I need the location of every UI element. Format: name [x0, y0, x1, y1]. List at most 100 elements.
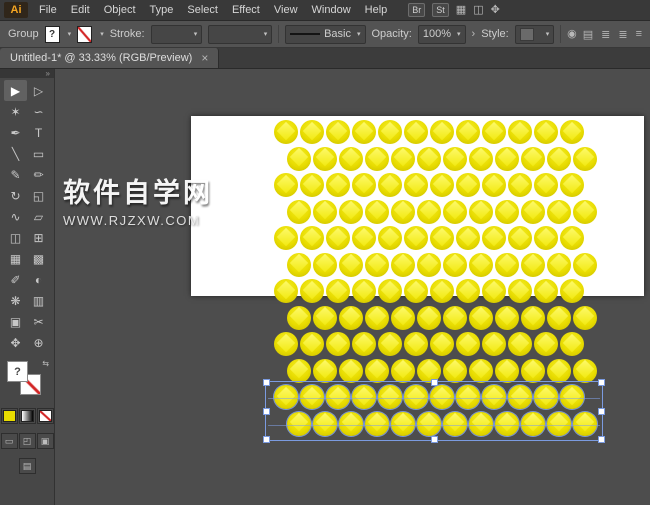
tool-shape-builder[interactable]: ◫: [4, 227, 27, 248]
menu-effect[interactable]: Effect: [225, 0, 267, 20]
stroke-width-dropdown[interactable]: ▾: [150, 24, 203, 44]
pattern-dot[interactable]: [495, 199, 519, 224]
document-setup-icon[interactable]: ▤: [583, 28, 593, 41]
none-button[interactable]: [36, 408, 54, 424]
pattern-dot[interactable]: [300, 226, 324, 250]
pattern-dot[interactable]: [287, 199, 311, 224]
pattern-dot[interactable]: [391, 252, 415, 277]
pattern-dot[interactable]: [573, 199, 597, 224]
pattern-dot[interactable]: [300, 173, 324, 197]
pattern-dot[interactable]: [352, 279, 376, 303]
pattern-dot[interactable]: [456, 120, 480, 144]
menu-help[interactable]: Help: [358, 0, 395, 20]
pattern-dot[interactable]: [326, 120, 350, 144]
pattern-dot[interactable]: [430, 120, 454, 144]
pattern-dot[interactable]: [339, 358, 363, 383]
pattern-dot[interactable]: [456, 226, 480, 250]
pattern-dot[interactable]: [326, 173, 350, 197]
pattern-dot[interactable]: [534, 120, 558, 144]
pattern-dot[interactable]: [274, 226, 298, 250]
menu-type[interactable]: Type: [143, 0, 181, 20]
pattern-dot[interactable]: [560, 279, 584, 303]
pattern-dot[interactable]: [287, 252, 311, 277]
pattern-dot[interactable]: [547, 252, 571, 277]
pattern-dot[interactable]: [495, 358, 519, 383]
pattern-dot[interactable]: [456, 332, 480, 356]
pattern-dot[interactable]: [313, 252, 337, 277]
pattern-dot[interactable]: [573, 358, 597, 383]
stroke-dropdown-arrow-icon[interactable]: ▾: [100, 30, 104, 38]
tool-rectangle[interactable]: ▭: [27, 143, 50, 164]
pattern-dot[interactable]: [560, 120, 584, 144]
brush-dropdown[interactable]: Basic ▾: [285, 24, 366, 44]
color-button[interactable]: [0, 408, 18, 424]
pattern-dot[interactable]: [456, 279, 480, 303]
pattern-dot[interactable]: [378, 120, 402, 144]
pattern-dot[interactable]: [365, 358, 389, 383]
pattern-dot[interactable]: [352, 332, 376, 356]
swap-fill-stroke-icon[interactable]: ⇆: [42, 359, 49, 368]
pattern-dot[interactable]: [339, 305, 363, 330]
pattern-dot[interactable]: [274, 279, 298, 303]
pattern-dot[interactable]: [521, 305, 545, 330]
pattern-dot[interactable]: [573, 252, 597, 277]
pattern-dot[interactable]: [313, 146, 337, 171]
pattern-dot[interactable]: [339, 252, 363, 277]
pattern-dot[interactable]: [287, 305, 311, 330]
pattern-dot[interactable]: [300, 120, 324, 144]
gradient-button[interactable]: [18, 408, 36, 424]
canvas[interactable]: 软件自学网 WWW.RJZXW.COM: [55, 69, 650, 505]
pattern-dot[interactable]: [326, 279, 350, 303]
tool-gradient[interactable]: ▩: [27, 248, 50, 269]
align-horizontal-icon[interactable]: ≣: [601, 28, 610, 41]
pattern-dot[interactable]: [404, 120, 428, 144]
pattern-dot[interactable]: [339, 146, 363, 171]
width-profile-dropdown[interactable]: ▾: [208, 24, 273, 44]
tool-direct-selection[interactable]: ▷: [27, 80, 50, 101]
tool-symbol-sprayer[interactable]: ❋: [4, 290, 27, 311]
pointer-icon[interactable]: ✥: [491, 0, 500, 20]
tool-hand[interactable]: ✥: [4, 332, 27, 353]
pattern-dot[interactable]: [274, 120, 298, 144]
menu-file[interactable]: File: [32, 0, 64, 20]
selection-handle[interactable]: [598, 408, 605, 415]
tool-slice[interactable]: ✂: [27, 311, 50, 332]
tool-artboard[interactable]: ▣: [4, 311, 27, 332]
pattern-dot[interactable]: [378, 332, 402, 356]
pattern-dot[interactable]: [404, 332, 428, 356]
pattern-dot[interactable]: [547, 199, 571, 224]
menu-edit[interactable]: Edit: [64, 0, 97, 20]
pattern-dot[interactable]: [560, 332, 584, 356]
pattern-dot[interactable]: [417, 146, 441, 171]
menu-view[interactable]: View: [267, 0, 305, 20]
pattern-dot[interactable]: [352, 120, 376, 144]
selection-handle[interactable]: [598, 379, 605, 386]
tool-line-segment[interactable]: ╲: [4, 143, 27, 164]
pattern-dot[interactable]: [469, 305, 493, 330]
pattern-dot[interactable]: [482, 226, 506, 250]
fill-dropdown-arrow-icon[interactable]: ▾: [68, 30, 72, 38]
selection-handle[interactable]: [263, 379, 270, 386]
tool-magic-wand[interactable]: ✶: [4, 101, 27, 122]
tool-mesh[interactable]: ▦: [4, 248, 27, 269]
pattern-dot[interactable]: [469, 199, 493, 224]
pattern-dot[interactable]: [417, 199, 441, 224]
pattern-dot[interactable]: [482, 279, 506, 303]
menu-select[interactable]: Select: [180, 0, 225, 20]
tool-type[interactable]: T: [27, 122, 50, 143]
document-tab[interactable]: Untitled-1* @ 33.33% (RGB/Preview) ×: [0, 48, 220, 68]
tool-paintbrush[interactable]: ✎: [4, 164, 27, 185]
pattern-dot[interactable]: [404, 173, 428, 197]
screen-mode-button[interactable]: ▤: [18, 458, 36, 474]
pattern-dot[interactable]: [391, 199, 415, 224]
pattern-dot[interactable]: [430, 226, 454, 250]
pattern-dot[interactable]: [443, 305, 467, 330]
fill-swatch[interactable]: ?: [44, 25, 60, 43]
pattern-dot[interactable]: [378, 279, 402, 303]
bridge-button[interactable]: Br: [408, 3, 426, 17]
pattern-dot[interactable]: [430, 279, 454, 303]
stroke-none-swatch[interactable]: [77, 25, 93, 43]
pattern-dot[interactable]: [417, 252, 441, 277]
tools-panel-toggle[interactable]: »: [0, 69, 54, 78]
tool-rotate[interactable]: ↻: [4, 185, 27, 206]
